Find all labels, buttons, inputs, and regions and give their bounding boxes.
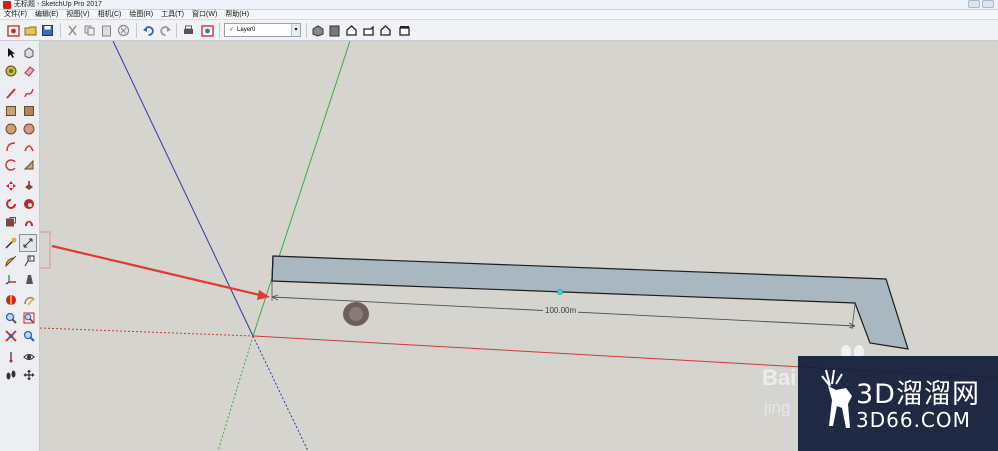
arc-icon[interactable] (3, 139, 19, 155)
model-info-icon[interactable] (200, 23, 215, 38)
pie-icon[interactable] (3, 157, 19, 173)
dimension-label: 100.00m (543, 306, 579, 315)
make-component-icon[interactable] (21, 45, 37, 61)
menu-edit[interactable]: 编辑(E) (35, 10, 63, 19)
top-view-icon[interactable] (327, 23, 342, 38)
new-file-icon[interactable] (6, 23, 21, 38)
layer-dropdown[interactable]: ✓ Layer0 ▾ (224, 23, 301, 37)
rectangle-icon[interactable] (3, 103, 19, 119)
undo-icon[interactable] (141, 23, 156, 38)
circle-icon[interactable] (3, 121, 19, 137)
window-controls (968, 0, 994, 8)
layer-value: Layer0 (237, 27, 256, 33)
zoom-icon[interactable] (3, 310, 19, 326)
blue-axis-positive (112, 41, 254, 337)
blue-axis-negative (252, 335, 309, 451)
orbit-icon[interactable] (21, 292, 37, 308)
left-view-icon[interactable] (397, 23, 412, 38)
chevron-down-icon[interactable]: ▾ (291, 24, 300, 36)
position-camera-icon[interactable] (3, 349, 19, 365)
annotation-arrow (51, 244, 265, 298)
text-tool-icon[interactable]: A (21, 253, 37, 269)
menu-file[interactable]: 文件(F) (4, 10, 32, 19)
maximize-button[interactable] (982, 0, 994, 8)
redo-icon[interactable] (158, 23, 173, 38)
baidu-watermark-sub: jing (764, 398, 791, 417)
scale-icon[interactable] (3, 214, 19, 230)
rotated-rectangle-icon[interactable] (21, 103, 37, 119)
walk-icon[interactable] (3, 367, 19, 383)
line-pencil-icon[interactable] (3, 85, 19, 101)
watermark-url: 3D66.COM (856, 408, 971, 432)
save-icon[interactable] (40, 23, 55, 38)
tape-measure-icon[interactable] (3, 235, 19, 251)
three-point-arc-icon[interactable] (21, 157, 37, 173)
look-around-icon[interactable] (21, 349, 37, 365)
svg-text:A: A (29, 256, 32, 261)
back-view-icon[interactable] (378, 23, 393, 38)
menu-tools[interactable]: 工具(T) (161, 10, 189, 19)
watermark-brand: 3D溜溜网 (856, 379, 980, 410)
menu-camera[interactable]: 相机(C) (98, 10, 127, 19)
baidu-watermark-text: Bai (762, 365, 797, 390)
green-axis-positive (252, 41, 351, 337)
main-toolbar: ✓ Layer0 ▾ (0, 20, 998, 41)
rotate-icon[interactable] (3, 196, 19, 212)
paint-bucket-icon[interactable] (3, 63, 19, 79)
check-icon: ✓ (229, 27, 235, 33)
right-view-icon[interactable] (361, 23, 376, 38)
polygon-icon[interactable] (21, 121, 37, 137)
copy-icon[interactable] (82, 23, 97, 38)
menu-bar: 文件(F) 编辑(E) 视图(V) 相机(C) 绘图(R) 工具(T) 窗口(W… (0, 10, 998, 20)
offset-icon[interactable] (21, 214, 37, 230)
cut-icon[interactable] (65, 23, 80, 38)
select-arrow-icon[interactable] (3, 45, 19, 61)
red-axis-negative (40, 327, 254, 337)
menu-view[interactable]: 视图(V) (66, 10, 94, 19)
l-shape-face (271, 255, 909, 350)
dimension-tool-icon[interactable] (19, 234, 37, 252)
print-icon[interactable] (181, 23, 196, 38)
deer-logo-icon (821, 369, 852, 428)
menu-help[interactable]: 帮助(H) (225, 10, 254, 19)
iso-view-icon[interactable] (310, 23, 325, 38)
sketchup-app-icon (3, 1, 11, 9)
freehand-icon[interactable] (21, 85, 37, 101)
paste-icon[interactable] (99, 23, 114, 38)
protractor-icon[interactable] (3, 253, 19, 269)
menu-window[interactable]: 窗口(W) (192, 10, 222, 19)
tool-palette: A (0, 41, 40, 451)
move-icon[interactable] (3, 178, 19, 194)
erase-icon[interactable] (116, 23, 131, 38)
open-folder-icon[interactable] (23, 23, 38, 38)
window-title: 无标题 - SketchUp Pro 2017 (14, 1, 102, 8)
eraser-icon[interactable] (21, 63, 37, 79)
push-pull-icon[interactable] (21, 178, 37, 194)
watermark-3d66: 3D溜溜网 3D66.COM (798, 356, 998, 451)
menu-draw[interactable]: 绘图(R) (129, 10, 158, 19)
pan-icon[interactable] (21, 367, 37, 383)
axes-icon[interactable] (3, 271, 19, 287)
midpoint-marker (557, 289, 563, 295)
follow-me-icon[interactable] (21, 196, 37, 212)
two-point-arc-icon[interactable] (21, 139, 37, 155)
zoom-extents-icon[interactable] (3, 328, 19, 344)
previous-view-icon[interactable] (21, 328, 37, 344)
title-bar: 无标题 - SketchUp Pro 2017 (0, 0, 998, 10)
3d-text-icon[interactable] (21, 271, 37, 287)
zoom-window-icon[interactable] (21, 310, 37, 326)
minimize-button[interactable] (968, 0, 980, 8)
section-plane-icon[interactable] (3, 292, 19, 308)
green-axis-negative (217, 335, 254, 451)
front-view-icon[interactable] (344, 23, 359, 38)
